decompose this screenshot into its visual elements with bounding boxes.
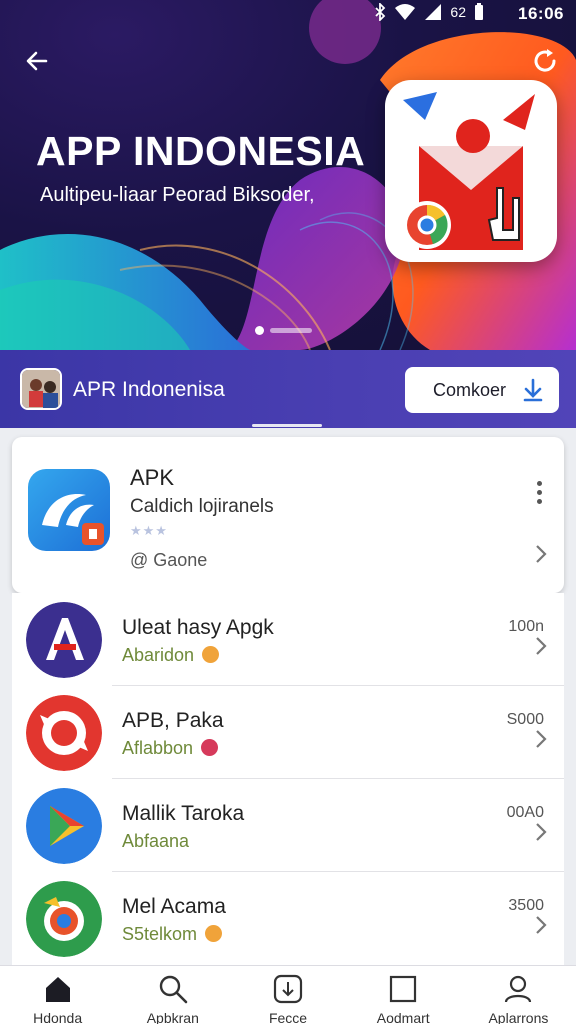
more-dot-icon (536, 498, 542, 504)
signal-icon (425, 4, 442, 20)
featured-app-title: APK (130, 465, 175, 490)
featured-app-logo-icon (403, 92, 535, 250)
badge-icon (202, 646, 220, 663)
apk-logo-icon (28, 469, 110, 551)
more-options-button[interactable] (528, 477, 550, 507)
rating-stars: ★★★ (130, 523, 168, 538)
status-bar: 62 16:06 (0, 0, 576, 28)
home-icon (45, 977, 70, 1002)
app-icon (26, 788, 102, 864)
back-button[interactable] (20, 44, 54, 78)
nav-label: Aodmart (376, 1010, 430, 1024)
chevron-right-icon (536, 545, 547, 563)
carousel-indicator[interactable] (255, 326, 312, 335)
list-item[interactable]: Mallik Taroka Abfaana 00A0 (12, 779, 564, 872)
chevron-right-icon (536, 730, 547, 748)
developer-strip: APR Indonenisa Comkoer (0, 350, 576, 428)
battery-text: 62 (450, 4, 466, 20)
featured-app-description: Caldich lojiranels (130, 496, 274, 517)
app-icon (26, 881, 102, 957)
app-icon (26, 695, 102, 771)
app-list: Uleat hasy Apgk Abaridon 100n APB, Paka … (12, 593, 564, 965)
more-dot-icon (536, 480, 542, 486)
app-size: S000 (506, 711, 544, 728)
carousel-dot[interactable] (270, 328, 312, 333)
nav-label: Hdonda (33, 1010, 83, 1024)
app-name: Mallik Taroka (122, 802, 245, 825)
battery-icon (475, 3, 483, 20)
search-icon (159, 975, 188, 1004)
app-name: Mel Acama (122, 895, 226, 918)
nav-label: Apbkran (146, 1010, 199, 1024)
list-item[interactable]: Mel Acama S5telkom 3500 (12, 872, 564, 965)
nav-item-profile[interactable]: Aplarrons (461, 966, 576, 1024)
nav-label: Fecce (268, 1010, 308, 1024)
camera-logo-icon (26, 881, 102, 957)
app-size: 00A0 (506, 804, 544, 821)
app-size: 3500 (508, 897, 544, 914)
app-name: APB, Paka (122, 709, 224, 732)
hero-subtitle: Aultipeu-liaar Peorad Biksoder, (40, 184, 315, 206)
chevron-right-icon (536, 916, 547, 934)
app-icon (26, 602, 102, 678)
refresh-button[interactable] (528, 44, 562, 78)
list-item[interactable]: APB, Paka Aflabbon S000 (12, 686, 564, 779)
download-icon (523, 378, 543, 402)
status-time: 16:06 (518, 4, 564, 23)
connect-button-label: Comkoer (433, 379, 507, 400)
carousel-dot-active[interactable] (255, 326, 264, 335)
hero-title: APP INDONESIA (36, 128, 366, 174)
refresh-icon (534, 49, 556, 72)
app-developer: Aflabbon (122, 738, 219, 759)
chevron-right-icon (536, 823, 547, 841)
badge-icon (201, 739, 219, 756)
featured-app-developer: @ Gaone (130, 550, 208, 570)
hero-banner[interactable]: 62 16:06 APP INDONESIA Aultipeu-liaar Pe… (0, 0, 576, 350)
connect-button[interactable]: Comkoer (405, 367, 559, 413)
back-arrow-icon (26, 51, 48, 71)
bluetooth-icon (375, 3, 386, 21)
play-logo-icon (26, 788, 102, 864)
square-icon (390, 975, 417, 1003)
tab-indicator (252, 424, 322, 427)
nav-item-apps[interactable]: Fecce (230, 966, 345, 1024)
nav-label: Aplarrons (488, 1010, 549, 1024)
hero-app-icon[interactable] (385, 80, 557, 262)
chevron-right-icon (536, 637, 547, 655)
target-logo-icon (26, 695, 102, 771)
featured-app-icon (28, 469, 110, 551)
nav-item-search[interactable]: Apbkran (115, 966, 230, 1024)
avatar-photo-icon (22, 370, 60, 408)
nav-item-home[interactable]: Hdonda (0, 966, 115, 1024)
developer-name[interactable]: APR Indonenisa (73, 378, 225, 402)
badge-icon (205, 925, 223, 942)
app-developer: Abfaana (122, 831, 190, 851)
list-item[interactable]: Uleat hasy Apgk Abaridon 100n (12, 593, 564, 686)
app-developer: S5telkom (122, 924, 223, 945)
app-screen: 62 16:06 APP INDONESIA Aultipeu-liaar Pe… (0, 0, 576, 1024)
app-size: 100n (508, 618, 544, 635)
app-name: Uleat hasy Apgk (122, 616, 274, 639)
wifi-icon (395, 4, 416, 20)
apps-icon (273, 974, 303, 1004)
bottom-navigation: Hdonda Apbkran Fecce Aodmart Aplarrons (0, 965, 576, 1024)
more-dot-icon (536, 489, 542, 495)
profile-icon (505, 975, 532, 1003)
status-icons: 62 (374, 3, 484, 21)
app-developer: Abaridon (122, 645, 220, 666)
developer-avatar[interactable] (20, 368, 62, 410)
nav-item-updates[interactable]: Aodmart (346, 966, 461, 1024)
a-logo-icon (26, 602, 102, 678)
featured-app-card[interactable]: APK Caldich lojiranels ★★★ @ Gaone (12, 437, 564, 593)
